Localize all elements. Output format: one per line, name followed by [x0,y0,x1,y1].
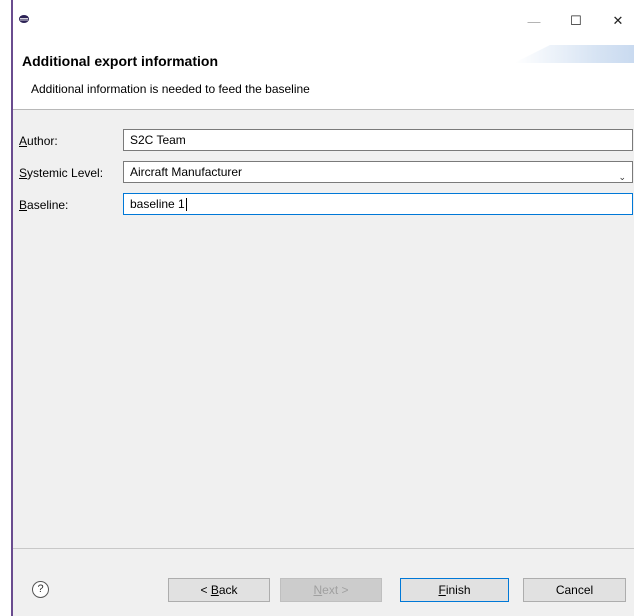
text-caret [185,198,187,212]
baseline-label: Baseline: [19,198,69,212]
systemic-level-row: Systemic Level: Aircraft Manufacturer ⌄ [13,161,634,185]
page-description: Additional information is needed to feed… [31,82,310,96]
author-label: Author: [19,134,58,148]
cancel-button[interactable]: Cancel [523,578,626,602]
maximize-icon[interactable]: ☐ [558,6,594,36]
baseline-field[interactable]: baseline 1 [123,193,633,215]
page-title: Additional export information [22,53,218,69]
background-window-edge [0,0,11,616]
next-button[interactable]: Next > [280,578,382,602]
baseline-value: baseline 1 [130,197,185,211]
wizard-banner: Additional export information Additional… [13,36,634,110]
minimize-icon[interactable]: — [516,6,552,36]
back-button[interactable]: < Back [168,578,270,602]
help-icon[interactable]: ? [32,581,49,598]
systemic-level-select[interactable]: Aircraft Manufacturer ⌄ [123,161,633,183]
baseline-row: Baseline: baseline 1 [13,193,634,217]
author-field[interactable]: S2C Team [123,129,633,151]
app-icon [19,15,29,23]
chevron-down-icon[interactable]: ⌄ [618,167,626,187]
systemic-level-label: Systemic Level: [19,166,104,180]
button-bar-separator [13,548,634,549]
title-bar: — ☐ ✕ [13,6,634,36]
author-row: Author: S2C Team [13,129,634,153]
banner-decoration [514,45,634,63]
systemic-level-value: Aircraft Manufacturer [130,165,243,179]
finish-button[interactable]: Finish [400,578,509,602]
close-icon[interactable]: ✕ [600,6,634,36]
export-dialog: — ☐ ✕ Additional export information Addi… [13,6,634,616]
